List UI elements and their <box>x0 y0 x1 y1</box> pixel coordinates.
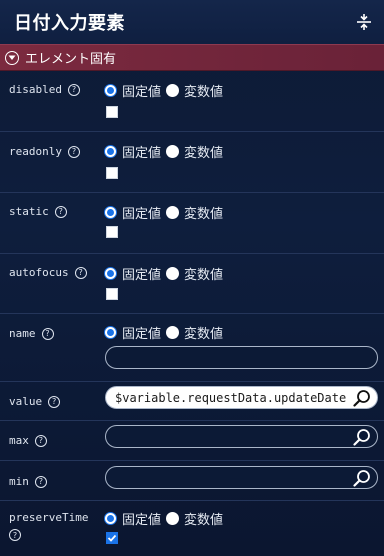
property-row-name: name ? 固定値 変数値 <box>0 314 384 382</box>
min-input[interactable] <box>105 466 378 489</box>
radio-fixed-label: 固定値 <box>122 85 162 100</box>
radio-fixed-label: 固定値 <box>122 268 162 283</box>
name-input[interactable] <box>105 346 378 369</box>
autofocus-checkbox[interactable] <box>106 288 118 300</box>
radio-variable[interactable] <box>166 84 180 97</box>
property-row-value: value ? $variable.requestData.updateDate <box>0 382 384 421</box>
readonly-checkbox[interactable] <box>106 167 118 179</box>
disabled-checkbox[interactable] <box>106 106 118 118</box>
property-label-autofocus: autofocus ? <box>9 266 87 279</box>
property-label-static: static ? <box>9 205 67 218</box>
property-row-autofocus: autofocus ? 固定値 変数値 <box>0 254 384 314</box>
property-row-static: static ? 固定値 変数値 <box>0 193 384 254</box>
preserveTime-checkbox[interactable] <box>106 532 118 544</box>
section-element-specific[interactable]: エレメント固有 <box>0 44 384 71</box>
radio-variable-label: 変数値 <box>184 268 224 283</box>
radio-fixed[interactable] <box>104 267 117 280</box>
check-icon <box>107 534 117 542</box>
radio-variable-label: 変数値 <box>184 207 224 222</box>
radio-fixed-label: 固定値 <box>122 146 162 161</box>
help-icon[interactable]: ? <box>48 395 61 408</box>
help-icon[interactable]: ? <box>67 83 80 96</box>
chevron-down-icon[interactable] <box>5 50 19 65</box>
radio-fixed[interactable] <box>104 512 117 525</box>
help-icon[interactable]: ? <box>34 475 47 488</box>
radio-variable[interactable] <box>166 206 180 219</box>
help-icon[interactable]: ? <box>41 327 54 340</box>
radio-variable-label: 変数値 <box>184 146 224 161</box>
property-row-max: max ? <box>0 421 384 461</box>
property-label-max: max ? <box>9 434 47 447</box>
property-label-preserveTime: preserveTime <box>9 511 89 524</box>
search-icon[interactable] <box>353 389 371 407</box>
help-icon[interactable]: ? <box>54 205 67 218</box>
property-row-min: min ? <box>0 461 384 501</box>
static-checkbox[interactable] <box>106 226 118 238</box>
collapse-all-icon[interactable] <box>354 12 374 32</box>
help-icon[interactable]: ? <box>67 145 80 158</box>
help-icon[interactable]: ? <box>74 266 87 279</box>
radio-variable-label: 変数値 <box>184 85 224 100</box>
property-label-min: min ? <box>9 475 47 488</box>
radio-fixed[interactable] <box>104 326 117 339</box>
search-icon[interactable] <box>353 469 371 487</box>
help-icon[interactable]: ? <box>9 529 21 541</box>
radio-fixed-label: 固定値 <box>122 513 162 528</box>
radio-variable-label: 変数値 <box>184 513 224 528</box>
radio-variable-label: 変数値 <box>184 327 224 342</box>
radio-variable[interactable] <box>166 326 180 339</box>
radio-variable[interactable] <box>166 145 180 158</box>
help-icon[interactable]: ? <box>34 434 47 447</box>
property-label-disabled: disabled ? <box>9 83 80 96</box>
property-label-value: value ? <box>9 395 61 408</box>
value-input[interactable]: $variable.requestData.updateDate <box>105 386 378 409</box>
max-input[interactable] <box>105 425 378 448</box>
radio-fixed[interactable] <box>104 145 117 158</box>
radio-variable[interactable] <box>166 512 180 525</box>
property-row-preserveTime: preserveTime ? 固定値 変数値 <box>0 501 384 556</box>
panel-header: 日付入力要素 <box>0 0 384 44</box>
radio-fixed[interactable] <box>104 84 117 97</box>
property-label-readonly: readonly ? <box>9 145 80 158</box>
property-row-disabled: disabled ? 固定値 変数値 <box>0 71 384 132</box>
property-label-name: name ? <box>9 327 54 340</box>
panel-title: 日付入力要素 <box>14 13 125 34</box>
radio-fixed[interactable] <box>104 206 117 219</box>
section-label: エレメント固有 <box>25 52 117 67</box>
radio-variable[interactable] <box>166 267 180 280</box>
search-icon[interactable] <box>353 428 371 446</box>
radio-fixed-label: 固定値 <box>122 207 162 222</box>
radio-fixed-label: 固定値 <box>122 327 162 342</box>
property-row-readonly: readonly ? 固定値 変数値 <box>0 132 384 193</box>
